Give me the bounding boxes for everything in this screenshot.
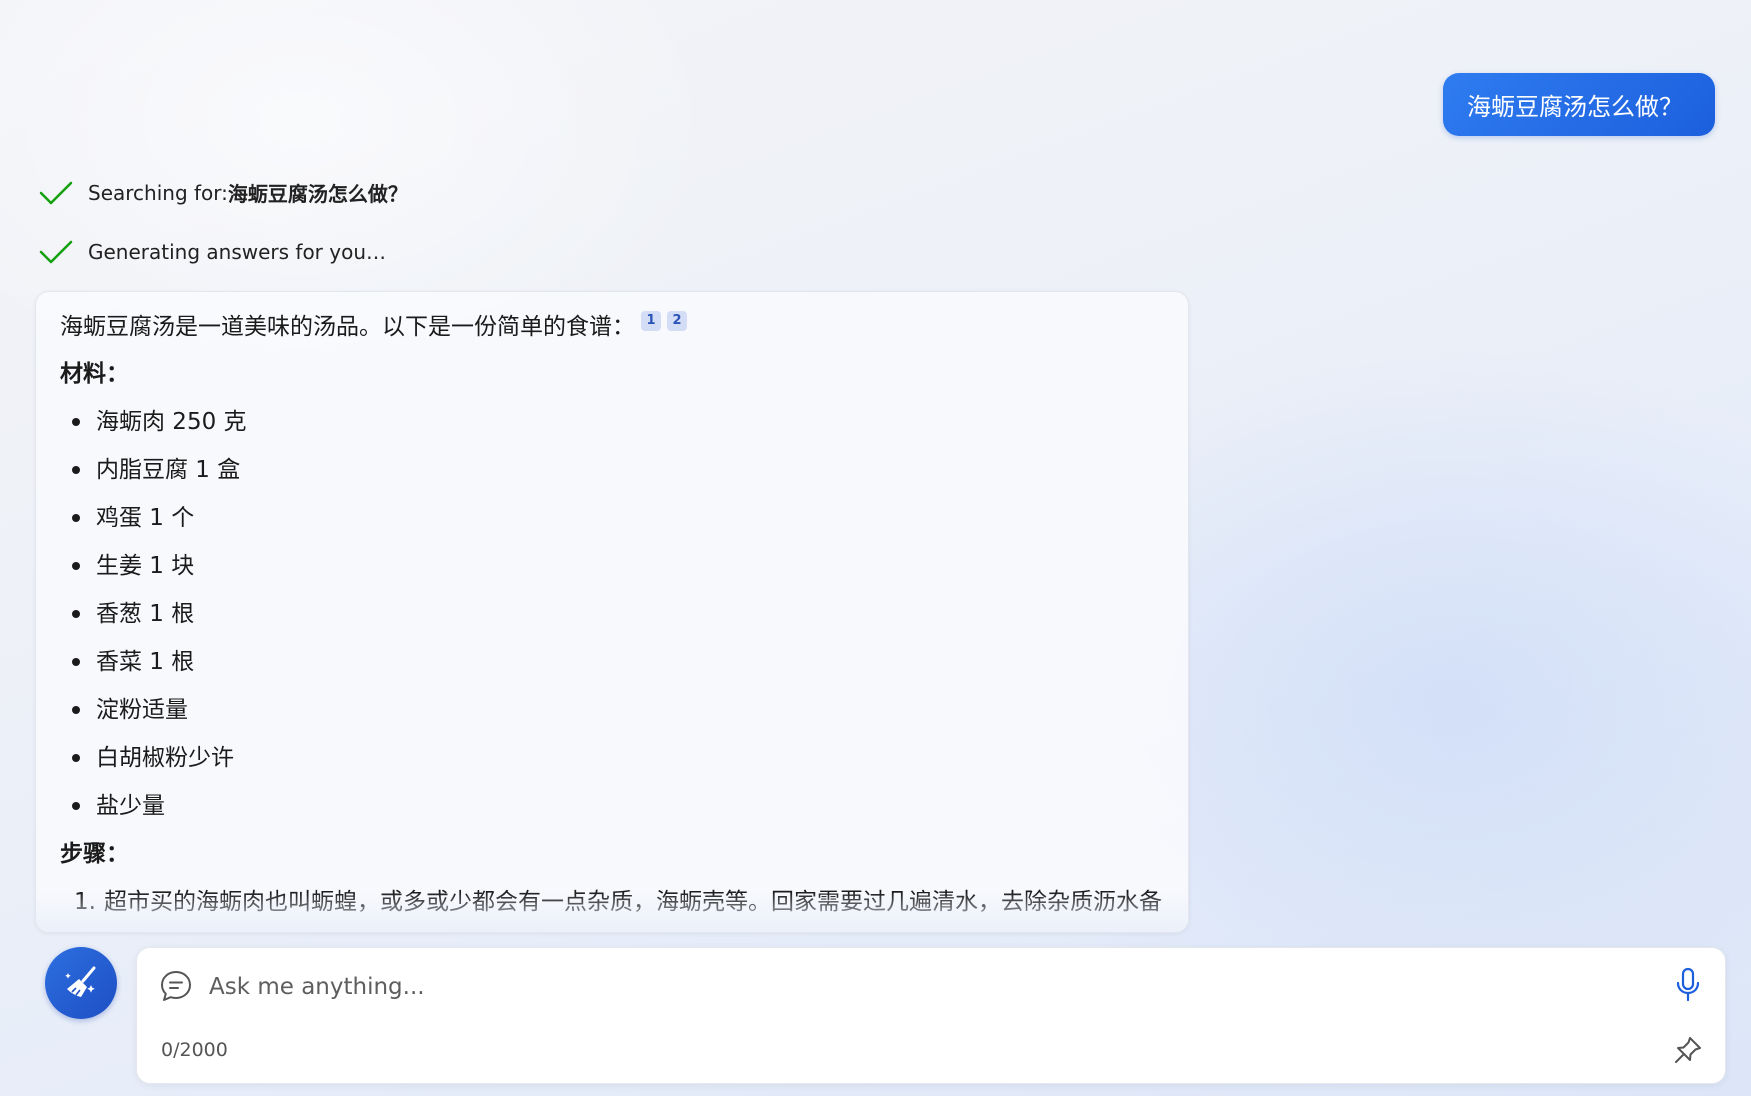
list-item: 海蛎肉 250 克 [72,398,1164,446]
chat-bubble-icon [161,971,191,1001]
list-item: 内脂豆腐 1 盒 [72,446,1164,494]
ingredients-title: 材料： [60,361,129,387]
checkmark-icon [39,240,73,264]
citation-badge-1[interactable]: 1 [641,311,661,331]
status-generating-text: Generating answers for you… [88,240,387,264]
list-item: 盐少量 [72,782,1164,830]
scroll-fade [36,892,1188,932]
answer-intro: 海蛎豆腐汤是一道美味的汤品。以下是一份简单的食谱： 1 2 [60,304,1164,350]
list-item: 生姜 1 块 [72,542,1164,590]
status-searching: Searching for: 海蛎豆腐汤怎么做？ [38,178,408,207]
microphone-icon[interactable] [1673,967,1703,1003]
answer-intro-text: 海蛎豆腐汤是一道美味的汤品。以下是一份简单的食谱： [60,314,635,340]
chat-input[interactable] [207,964,1591,1010]
broom-icon [65,966,96,997]
character-counter: 0/2000 [161,1039,228,1061]
list-item: 白胡椒粉少许 [72,734,1164,782]
user-message-bubble: 海蛎豆腐汤怎么做？ [1443,73,1715,136]
list-item: 香菜 1 根 [72,638,1164,686]
status-searching-prefix: Searching for: [88,180,228,205]
list-item: 香葱 1 根 [72,590,1164,638]
composer: 0/2000 [136,947,1726,1084]
steps-title: 步骤： [60,841,129,867]
list-item: 淀粉适量 [72,686,1164,734]
citation-badge-2[interactable]: 2 [667,311,687,331]
list-item: 鸡蛋 1 个 [72,494,1164,542]
pin-icon[interactable] [1673,1035,1703,1065]
status-generating: Generating answers for you… [38,238,386,266]
ingredients-list: 海蛎肉 250 克 内脂豆腐 1 盒 鸡蛋 1 个 生姜 1 块 香葱 1 根 … [60,398,1164,830]
answer-card: 海蛎豆腐汤是一道美味的汤品。以下是一份简单的食谱： 1 2 材料： 海蛎肉 25… [35,291,1189,933]
status-searching-query: 海蛎豆腐汤怎么做？ [227,182,408,206]
answer-content: 海蛎豆腐汤是一道美味的汤品。以下是一份简单的食谱： 1 2 材料： 海蛎肉 25… [60,304,1164,932]
user-message-text: 海蛎豆腐汤怎么做？ [1467,93,1683,121]
checkmark-icon [39,181,73,204]
new-topic-button[interactable] [45,947,117,1019]
